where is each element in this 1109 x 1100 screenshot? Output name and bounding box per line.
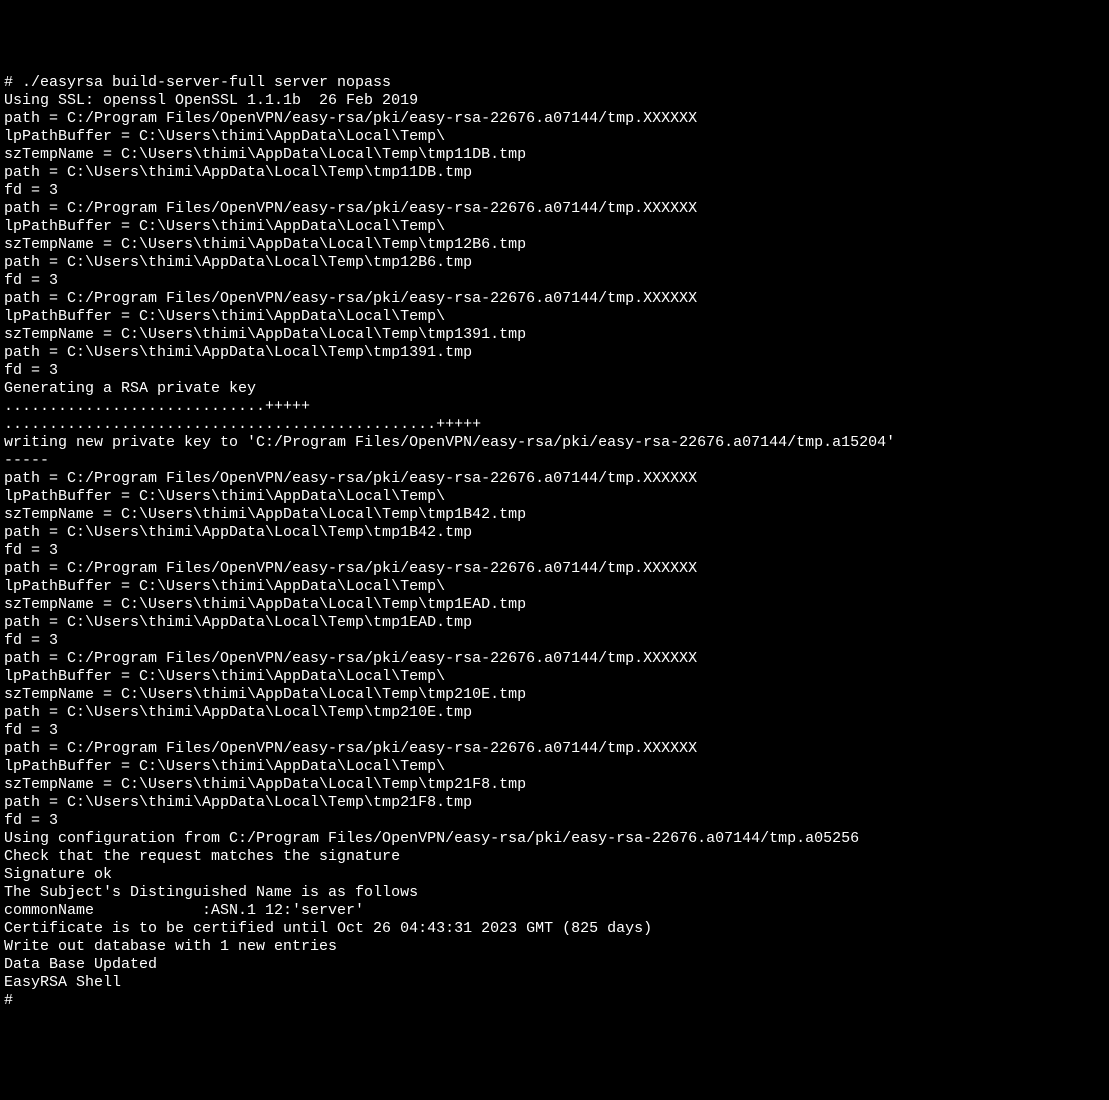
terminal-line: path = C:\Users\thimi\AppData\Local\Temp… xyxy=(4,344,1105,362)
terminal-line: path = C:\Users\thimi\AppData\Local\Temp… xyxy=(4,254,1105,272)
terminal-line: The Subject's Distinguished Name is as f… xyxy=(4,884,1105,902)
terminal-line: lpPathBuffer = C:\Users\thimi\AppData\Lo… xyxy=(4,218,1105,236)
terminal-line: szTempName = C:\Users\thimi\AppData\Loca… xyxy=(4,326,1105,344)
terminal-line: Data Base Updated xyxy=(4,956,1105,974)
terminal-line: lpPathBuffer = C:\Users\thimi\AppData\Lo… xyxy=(4,758,1105,776)
terminal-line: Signature ok xyxy=(4,866,1105,884)
terminal-line: fd = 3 xyxy=(4,812,1105,830)
terminal-line: lpPathBuffer = C:\Users\thimi\AppData\Lo… xyxy=(4,308,1105,326)
terminal-line: szTempName = C:\Users\thimi\AppData\Loca… xyxy=(4,236,1105,254)
terminal-line: EasyRSA Shell xyxy=(4,974,1105,992)
terminal-line: lpPathBuffer = C:\Users\thimi\AppData\Lo… xyxy=(4,578,1105,596)
terminal-line: Generating a RSA private key xyxy=(4,380,1105,398)
terminal-line: Write out database with 1 new entries xyxy=(4,938,1105,956)
terminal-line: path = C:/Program Files/OpenVPN/easy-rsa… xyxy=(4,650,1105,668)
terminal-line: path = C:\Users\thimi\AppData\Local\Temp… xyxy=(4,614,1105,632)
terminal-line: path = C:/Program Files/OpenVPN/easy-rsa… xyxy=(4,200,1105,218)
terminal-line: lpPathBuffer = C:\Users\thimi\AppData\Lo… xyxy=(4,668,1105,686)
terminal-line: path = C:\Users\thimi\AppData\Local\Temp… xyxy=(4,524,1105,542)
terminal-line: .............................+++++ xyxy=(4,398,1105,416)
terminal-line: path = C:\Users\thimi\AppData\Local\Temp… xyxy=(4,164,1105,182)
terminal-line: writing new private key to 'C:/Program F… xyxy=(4,434,1105,452)
terminal-line: fd = 3 xyxy=(4,272,1105,290)
terminal-line: path = C:/Program Files/OpenVPN/easy-rsa… xyxy=(4,110,1105,128)
terminal-line: szTempName = C:\Users\thimi\AppData\Loca… xyxy=(4,686,1105,704)
terminal-line: path = C:/Program Files/OpenVPN/easy-rsa… xyxy=(4,560,1105,578)
terminal-line: commonName :ASN.1 12:'server' xyxy=(4,902,1105,920)
terminal-line: Using SSL: openssl OpenSSL 1.1.1b 26 Feb… xyxy=(4,92,1105,110)
terminal-line: path = C:/Program Files/OpenVPN/easy-rsa… xyxy=(4,470,1105,488)
terminal-line: szTempName = C:\Users\thimi\AppData\Loca… xyxy=(4,776,1105,794)
terminal-line: lpPathBuffer = C:\Users\thimi\AppData\Lo… xyxy=(4,488,1105,506)
terminal-output[interactable]: # ./easyrsa build-server-full server nop… xyxy=(4,74,1105,1010)
terminal-line: fd = 3 xyxy=(4,362,1105,380)
terminal-line: ........................................… xyxy=(4,416,1105,434)
terminal-line: Using configuration from C:/Program File… xyxy=(4,830,1105,848)
terminal-line: Check that the request matches the signa… xyxy=(4,848,1105,866)
terminal-line: path = C:\Users\thimi\AppData\Local\Temp… xyxy=(4,704,1105,722)
terminal-line: Certificate is to be certified until Oct… xyxy=(4,920,1105,938)
terminal-line: # ./easyrsa build-server-full server nop… xyxy=(4,74,1105,92)
terminal-line: fd = 3 xyxy=(4,632,1105,650)
terminal-line: szTempName = C:\Users\thimi\AppData\Loca… xyxy=(4,506,1105,524)
terminal-line: fd = 3 xyxy=(4,542,1105,560)
terminal-line: path = C:/Program Files/OpenVPN/easy-rsa… xyxy=(4,740,1105,758)
terminal-line: lpPathBuffer = C:\Users\thimi\AppData\Lo… xyxy=(4,128,1105,146)
terminal-line: path = C:/Program Files/OpenVPN/easy-rsa… xyxy=(4,290,1105,308)
terminal-line: fd = 3 xyxy=(4,722,1105,740)
terminal-line: # xyxy=(4,992,1105,1010)
terminal-line: fd = 3 xyxy=(4,182,1105,200)
terminal-line: ----- xyxy=(4,452,1105,470)
terminal-line: path = C:\Users\thimi\AppData\Local\Temp… xyxy=(4,794,1105,812)
terminal-line: szTempName = C:\Users\thimi\AppData\Loca… xyxy=(4,146,1105,164)
terminal-line: szTempName = C:\Users\thimi\AppData\Loca… xyxy=(4,596,1105,614)
